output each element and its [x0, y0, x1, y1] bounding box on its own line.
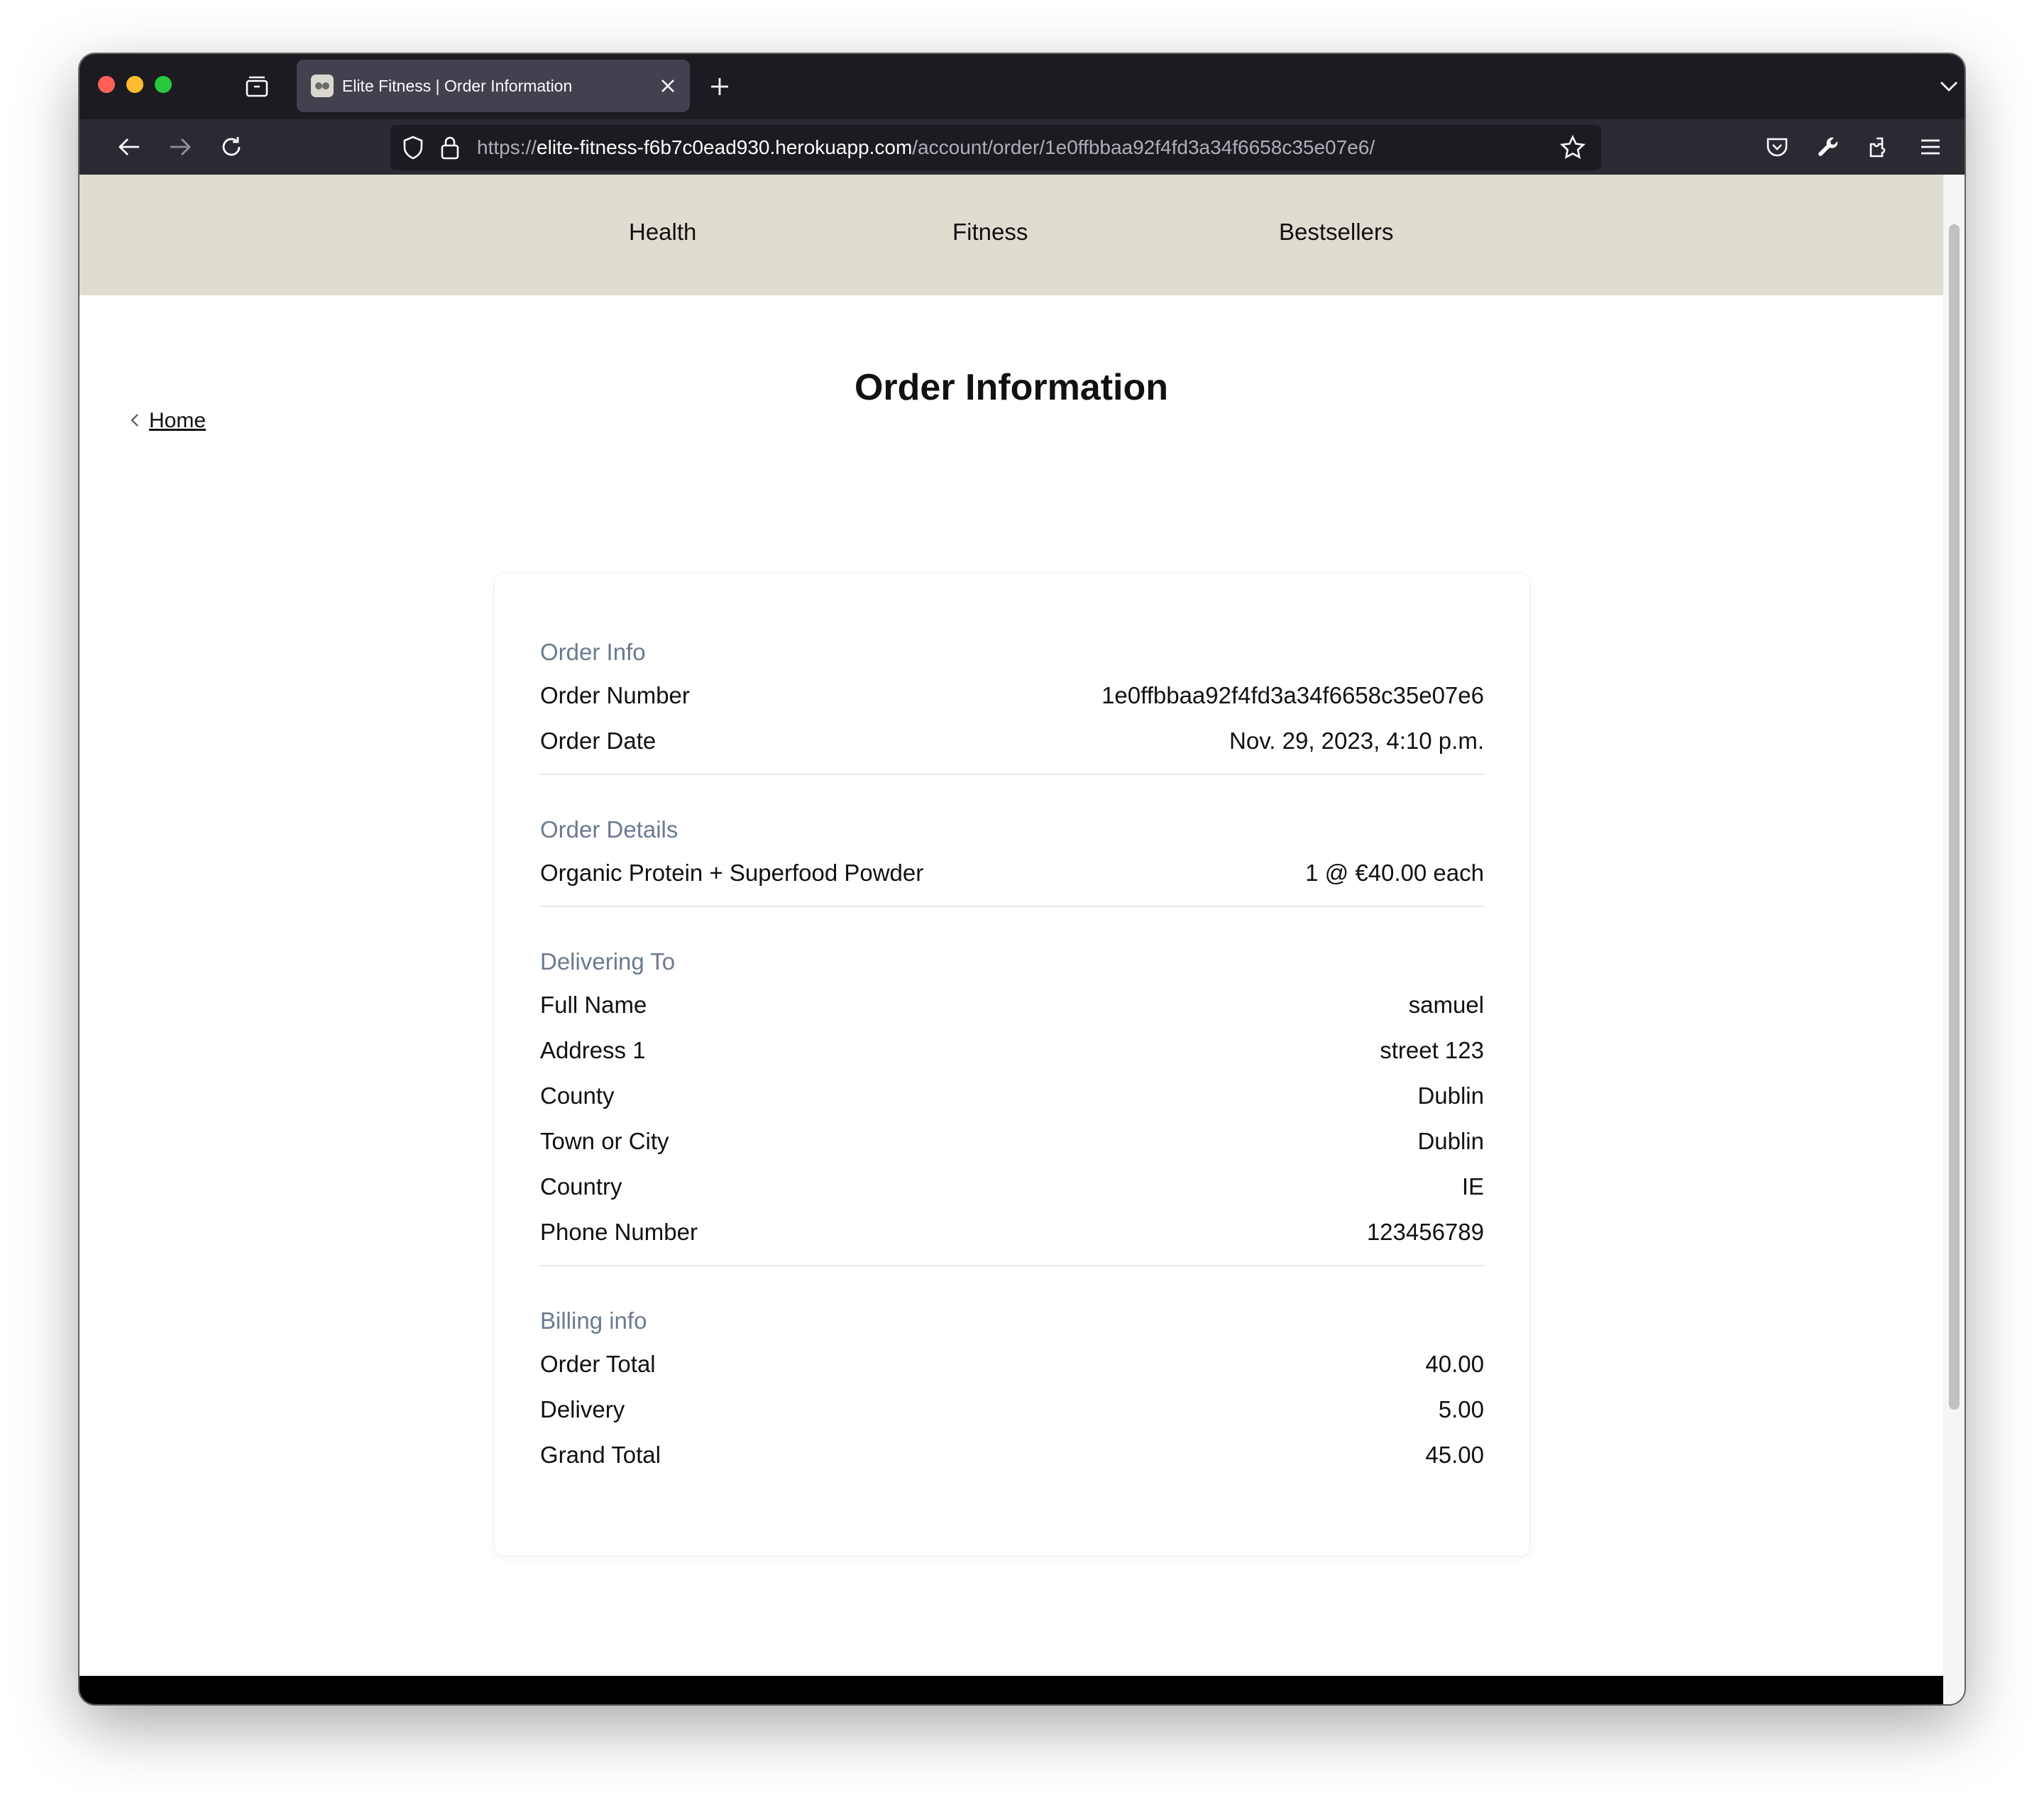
order-date-row: Order Date Nov. 29, 2023, 4:10 p.m.: [540, 718, 1484, 764]
extensions-icon[interactable]: [1864, 131, 1895, 163]
row-value: samuel: [1408, 992, 1484, 1018]
row-value: 5.00: [1438, 1396, 1484, 1422]
row-label: Delivery: [540, 1396, 625, 1422]
tab-overview-icon[interactable]: [241, 71, 273, 102]
section-heading: Order Info: [540, 639, 646, 665]
order-date-value: Nov. 29, 2023, 4:10 p.m.: [1229, 728, 1484, 754]
item-quantity-price: 1 @ €40.00 each: [1305, 860, 1484, 886]
chevron-left-icon: [131, 409, 139, 433]
site-favicon-icon: [311, 75, 334, 97]
navigation-toolbar: https://elite-fitness-f6b7c0ead930.herok…: [79, 119, 1965, 175]
row-label: Order Total: [540, 1351, 656, 1377]
row-value: 45.00: [1425, 1442, 1484, 1468]
section-heading: Order Details: [540, 816, 678, 843]
close-window-button[interactable]: [98, 76, 115, 93]
tab-order-information[interactable]: Elite Fitness | Order Information: [297, 60, 690, 112]
url-text[interactable]: https://elite-fitness-f6b7c0ead930.herok…: [477, 136, 1375, 159]
hamburger-menu-icon[interactable]: [1915, 131, 1946, 163]
plus-icon[interactable]: [704, 71, 735, 102]
order-card: Order Info Order Number 1e0ffbbaa92f4fd3…: [495, 574, 1529, 1556]
pocket-icon[interactable]: [1762, 131, 1793, 163]
row-label: Grand Total: [540, 1442, 661, 1468]
section-heading: Billing info: [540, 1307, 647, 1334]
vertical-scrollbar[interactable]: [1943, 175, 1965, 1704]
browser-window: Elite Fitness | Order Information https:…: [79, 54, 1965, 1704]
row-value: Dublin: [1417, 1082, 1484, 1109]
order-total-row: Order Total 40.00: [540, 1342, 1484, 1387]
order-info-section: Order Info Order Number 1e0ffbbaa92f4fd3…: [540, 632, 1484, 775]
scrollbar-thumb[interactable]: [1949, 224, 1960, 1410]
grand-total-row: Grand Total 45.00: [540, 1432, 1484, 1478]
order-number-row: Order Number 1e0ffbbaa92f4fd3a34f6658c35…: [540, 673, 1484, 718]
reload-icon[interactable]: [216, 131, 247, 163]
home-back-link[interactable]: Home: [131, 409, 206, 433]
item-name: Organic Protein + Superfood Powder: [540, 860, 924, 886]
row-label: Country: [540, 1173, 622, 1200]
delivery-section: Delivering To Full Name samuel Address 1…: [540, 941, 1484, 1266]
delivery-cost-row: Delivery 5.00: [540, 1387, 1484, 1432]
phone-row: Phone Number 123456789: [540, 1210, 1484, 1255]
order-details-section: Order Details Organic Protein + Superfoo…: [540, 809, 1484, 907]
full-name-row: Full Name samuel: [540, 982, 1484, 1028]
forward-arrow-icon[interactable]: [165, 131, 196, 163]
home-link-label[interactable]: Home: [149, 409, 206, 433]
wrench-icon[interactable]: [1813, 131, 1844, 163]
address-bar[interactable]: https://elite-fitness-f6b7c0ead930.herok…: [390, 125, 1601, 170]
tab-title: Elite Fitness | Order Information: [342, 76, 573, 95]
nav-link-health[interactable]: Health: [629, 219, 696, 246]
site-navigation: Health Fitness Bestsellers: [79, 175, 1943, 295]
billing-section: Billing info Order Total 40.00 Delivery …: [540, 1300, 1484, 1488]
shield-icon[interactable]: [402, 135, 424, 163]
nav-link-fitness[interactable]: Fitness: [952, 219, 1028, 246]
star-icon[interactable]: [1560, 134, 1586, 163]
close-icon[interactable]: [657, 78, 678, 94]
row-value: 40.00: [1425, 1351, 1484, 1377]
row-label: Order Number: [540, 682, 690, 708]
site-footer: [79, 1676, 1943, 1704]
county-row: County Dublin: [540, 1073, 1484, 1119]
maximize-window-button[interactable]: [155, 76, 172, 93]
row-label: Order Date: [540, 728, 656, 754]
row-value: 123456789: [1366, 1219, 1484, 1245]
row-label: Full Name: [540, 992, 647, 1018]
row-value: Dublin: [1417, 1128, 1484, 1154]
row-label: County: [540, 1082, 615, 1109]
nav-link-bestsellers[interactable]: Bestsellers: [1279, 219, 1393, 246]
row-label: Address 1: [540, 1037, 646, 1063]
town-row: Town or City Dublin: [540, 1119, 1484, 1164]
row-label: Phone Number: [540, 1219, 698, 1245]
row-label: Town or City: [540, 1128, 669, 1154]
section-heading: Delivering To: [540, 948, 676, 975]
tab-strip: Elite Fitness | Order Information: [79, 54, 1965, 119]
page-viewport: Health Fitness Bestsellers Order Informa…: [79, 175, 1943, 1704]
country-row: Country IE: [540, 1164, 1484, 1210]
chevron-down-icon[interactable]: [1933, 71, 1965, 102]
lock-icon[interactable]: [440, 135, 460, 163]
minimize-window-button[interactable]: [126, 76, 143, 93]
back-arrow-icon[interactable]: [114, 131, 145, 163]
page-title: Order Information: [854, 367, 1169, 408]
row-value: street 123: [1380, 1037, 1484, 1063]
address-row: Address 1 street 123: [540, 1028, 1484, 1073]
row-value: IE: [1461, 1173, 1484, 1200]
order-number-value: 1e0ffbbaa92f4fd3a34f6658c35e07e6: [1101, 682, 1484, 708]
order-item-row: Organic Protein + Superfood Powder 1 @ €…: [540, 850, 1484, 896]
